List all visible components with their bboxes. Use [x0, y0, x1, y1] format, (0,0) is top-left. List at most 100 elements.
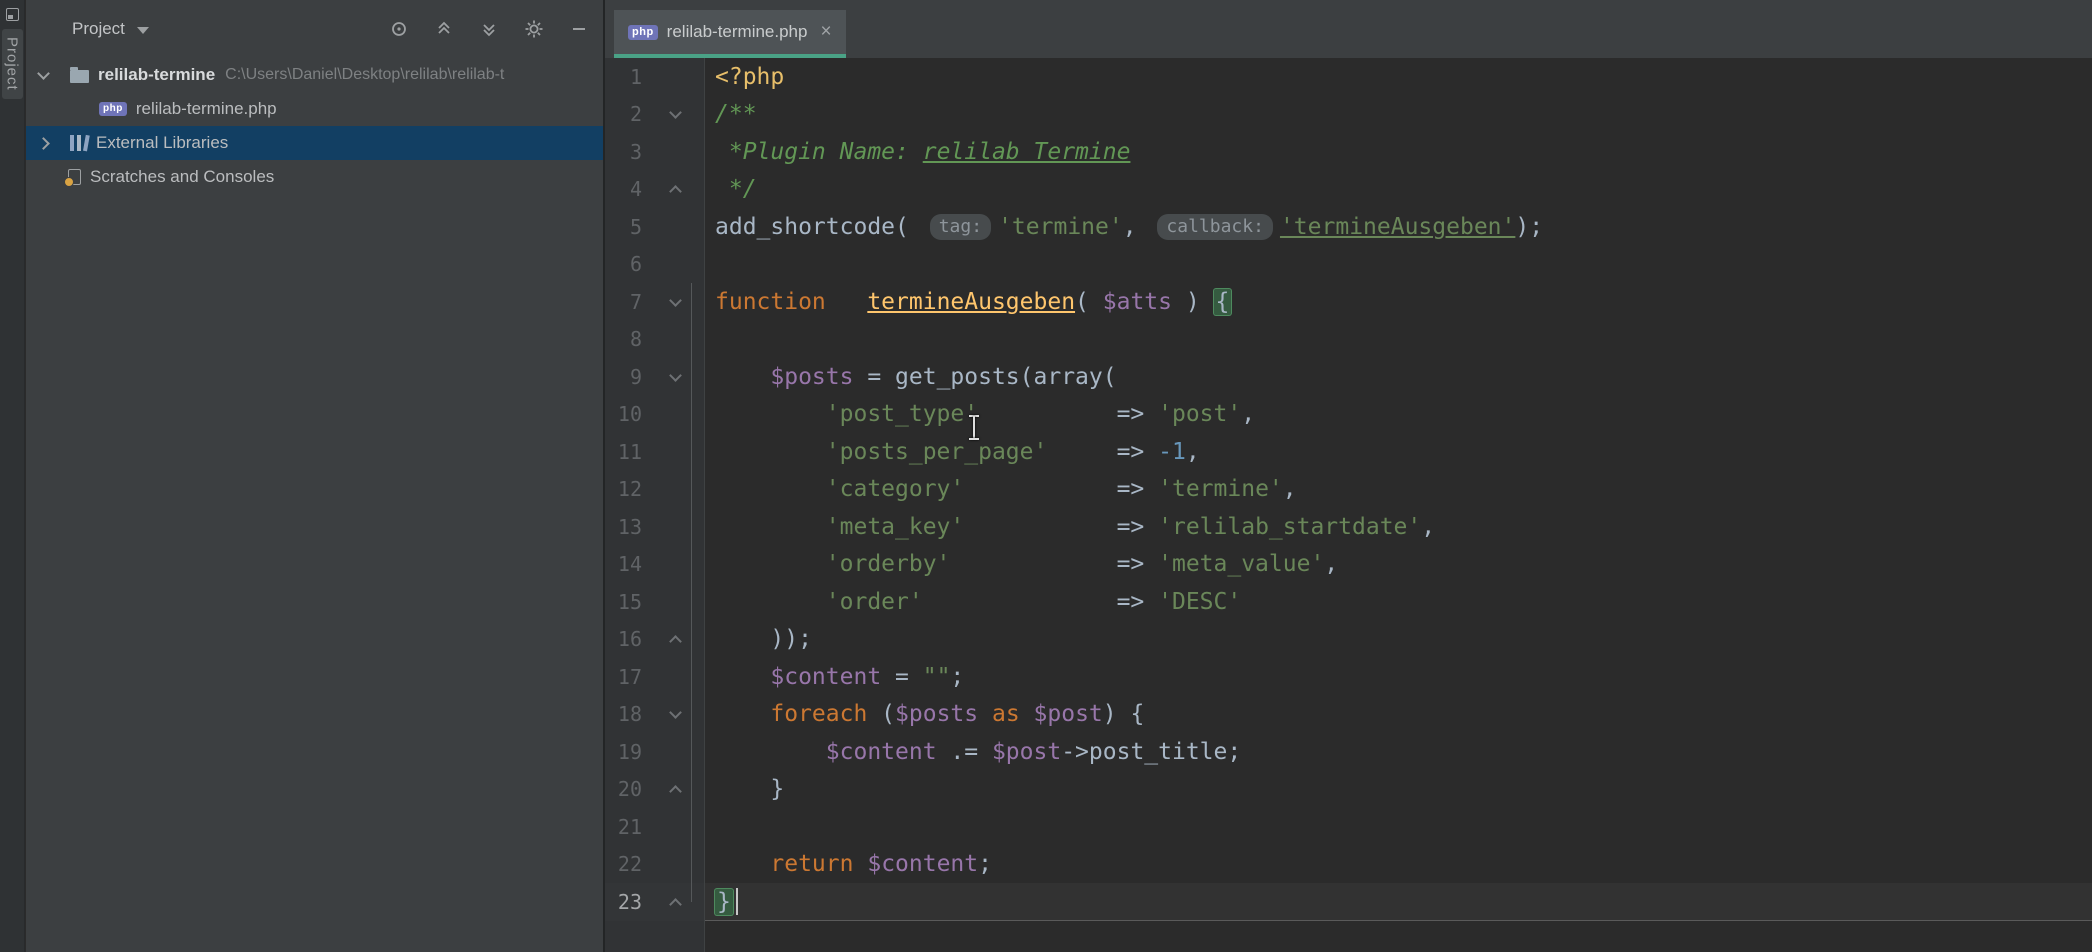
gutter[interactable]: 7: [605, 283, 705, 321]
code-line[interactable]: 2/**: [605, 96, 2092, 134]
code-line-text[interactable]: foreach ($posts as $post) {: [705, 696, 2092, 734]
code-line[interactable]: 16 ));: [605, 621, 2092, 659]
code-line[interactable]: 15 'order' => 'DESC': [605, 583, 2092, 621]
locate-icon[interactable]: [389, 19, 409, 39]
fold-marker-icon[interactable]: [669, 896, 681, 908]
fold-marker-icon[interactable]: [669, 108, 681, 120]
code-line[interactable]: 6: [605, 246, 2092, 284]
code-line-text[interactable]: }: [705, 771, 2092, 809]
tool-strip-project-label[interactable]: Project: [2, 29, 23, 99]
fold-marker-icon[interactable]: [669, 296, 681, 308]
code-line-text[interactable]: 'post_type' => 'post',: [705, 396, 2092, 434]
gutter[interactable]: 20: [605, 771, 705, 809]
gutter[interactable]: 2: [605, 96, 705, 134]
fold-marker-icon[interactable]: [669, 183, 681, 195]
code-line[interactable]: 19 $content .= $post->post_title;: [605, 733, 2092, 771]
code-line-text[interactable]: [705, 321, 2092, 359]
code-line[interactable]: 17 $content = "";: [605, 658, 2092, 696]
code-line[interactable]: 12 'category' => 'termine',: [605, 471, 2092, 509]
code-line-text[interactable]: [705, 246, 2092, 284]
gutter[interactable]: 4: [605, 171, 705, 209]
gutter[interactable]: 10: [605, 396, 705, 434]
code-line[interactable]: 11 'posts_per_page' => -1,: [605, 433, 2092, 471]
gutter[interactable]: 23: [605, 883, 705, 921]
chevron-collapsed-icon[interactable]: [37, 137, 50, 150]
collapse-all-icon[interactable]: [434, 19, 454, 39]
gutter[interactable]: 3: [605, 133, 705, 171]
gutter[interactable]: 18: [605, 696, 705, 734]
gutter[interactable]: 15: [605, 583, 705, 621]
gutter[interactable]: 6: [605, 246, 705, 284]
tree-item-project-root[interactable]: relilab-termine C:\Users\Daniel\Desktop\…: [26, 58, 603, 92]
hide-panel-icon[interactable]: [569, 19, 589, 39]
code-line-text[interactable]: 'posts_per_page' => -1,: [705, 433, 2092, 471]
code-line[interactable]: 1<?php: [605, 58, 2092, 96]
code-line-text[interactable]: */: [705, 171, 2092, 209]
expand-all-icon[interactable]: [479, 19, 499, 39]
gutter[interactable]: 9: [605, 358, 705, 396]
gutter[interactable]: 1: [605, 58, 705, 96]
code-line-text[interactable]: /**: [705, 96, 2092, 134]
gutter[interactable]: 22: [605, 846, 705, 884]
gutter[interactable]: 13: [605, 508, 705, 546]
fold-marker-icon[interactable]: [669, 633, 681, 645]
code-line[interactable]: 3 *Plugin Name: relilab Termine: [605, 133, 2092, 171]
code-line-text[interactable]: 'orderby' => 'meta_value',: [705, 546, 2092, 584]
gutter[interactable]: 12: [605, 471, 705, 509]
gutter[interactable]: 5: [605, 208, 705, 246]
code-line-text[interactable]: function termineAusgeben( $atts ) {: [705, 283, 2092, 321]
chevron-expanded-icon[interactable]: [37, 67, 50, 80]
line-number: 5: [630, 215, 642, 239]
gutter[interactable]: 21: [605, 808, 705, 846]
fold-marker-icon[interactable]: [669, 708, 681, 720]
code-line-text[interactable]: $content = "";: [705, 658, 2092, 696]
tree-item-external-libraries[interactable]: External Libraries: [26, 126, 603, 160]
code-line-text[interactable]: $posts = get_posts(array(: [705, 358, 2092, 396]
code-line[interactable]: 4 */: [605, 171, 2092, 209]
settings-gear-icon[interactable]: [524, 19, 544, 39]
code-line[interactable]: 7 function termineAusgeben( $atts ) {: [605, 283, 2092, 321]
code-line-text[interactable]: <?php: [705, 58, 2092, 96]
line-number: 19: [618, 740, 642, 764]
fold-marker-icon[interactable]: [669, 783, 681, 795]
code-line[interactable]: 20 }: [605, 771, 2092, 809]
code-line[interactable]: 14 'orderby' => 'meta_value',: [605, 546, 2092, 584]
code-line[interactable]: 21: [605, 808, 2092, 846]
tree-item-php-file[interactable]: php relilab-termine.php: [26, 92, 603, 126]
fold-marker-icon[interactable]: [669, 371, 681, 383]
tree-item-label: Scratches and Consoles: [90, 167, 274, 187]
tool-window-icon[interactable]: [6, 8, 19, 21]
code-line[interactable]: 10 'post_type' => 'post',: [605, 396, 2092, 434]
code-line-text[interactable]: [705, 808, 2092, 846]
gutter[interactable]: 8: [605, 321, 705, 359]
code-line-text[interactable]: 'category' => 'termine',: [705, 471, 2092, 509]
code-line[interactable]: 22 return $content;: [605, 846, 2092, 884]
project-panel-title[interactable]: Project: [72, 19, 125, 39]
gutter[interactable]: 17: [605, 658, 705, 696]
code-line[interactable]: 5 add_shortcode( tag:'termine', callback:…: [605, 208, 2092, 246]
folder-icon: [70, 70, 89, 83]
code-line-text[interactable]: 'order' => 'DESC': [705, 583, 2092, 621]
chevron-down-icon[interactable]: [137, 27, 149, 34]
close-icon[interactable]: ×: [820, 21, 831, 43]
code-line[interactable]: 18 foreach ($posts as $post) {: [605, 696, 2092, 734]
tab-relilab-termine-php[interactable]: php relilab-termine.php ×: [614, 10, 846, 58]
gutter[interactable]: 16: [605, 621, 705, 659]
code-line-text[interactable]: *Plugin Name: relilab Termine: [705, 133, 2092, 171]
code-line-text[interactable]: add_shortcode( tag:'termine', callback:'…: [705, 208, 2092, 246]
gutter[interactable]: 11: [605, 433, 705, 471]
code-line-text[interactable]: $content .= $post->post_title;: [705, 733, 2092, 771]
code-editor[interactable]: 1<?php2/**3 *Plugin Name: relilab Termin…: [605, 58, 2092, 952]
code-line-text[interactable]: ));: [705, 621, 2092, 659]
gutter[interactable]: 14: [605, 546, 705, 584]
code-line-text[interactable]: return $content;: [705, 846, 2092, 884]
code-line-text[interactable]: }: [705, 883, 2092, 921]
code-line[interactable]: 8: [605, 321, 2092, 359]
tree-item-scratches[interactable]: Scratches and Consoles: [26, 160, 603, 194]
code-line[interactable]: 23}: [605, 883, 2092, 921]
code-line[interactable]: 13 'meta_key' => 'relilab_startdate',: [605, 508, 2092, 546]
code-line-text[interactable]: 'meta_key' => 'relilab_startdate',: [705, 508, 2092, 546]
line-number: 7: [630, 290, 642, 314]
code-line[interactable]: 9 $posts = get_posts(array(: [605, 358, 2092, 396]
gutter[interactable]: 19: [605, 733, 705, 771]
